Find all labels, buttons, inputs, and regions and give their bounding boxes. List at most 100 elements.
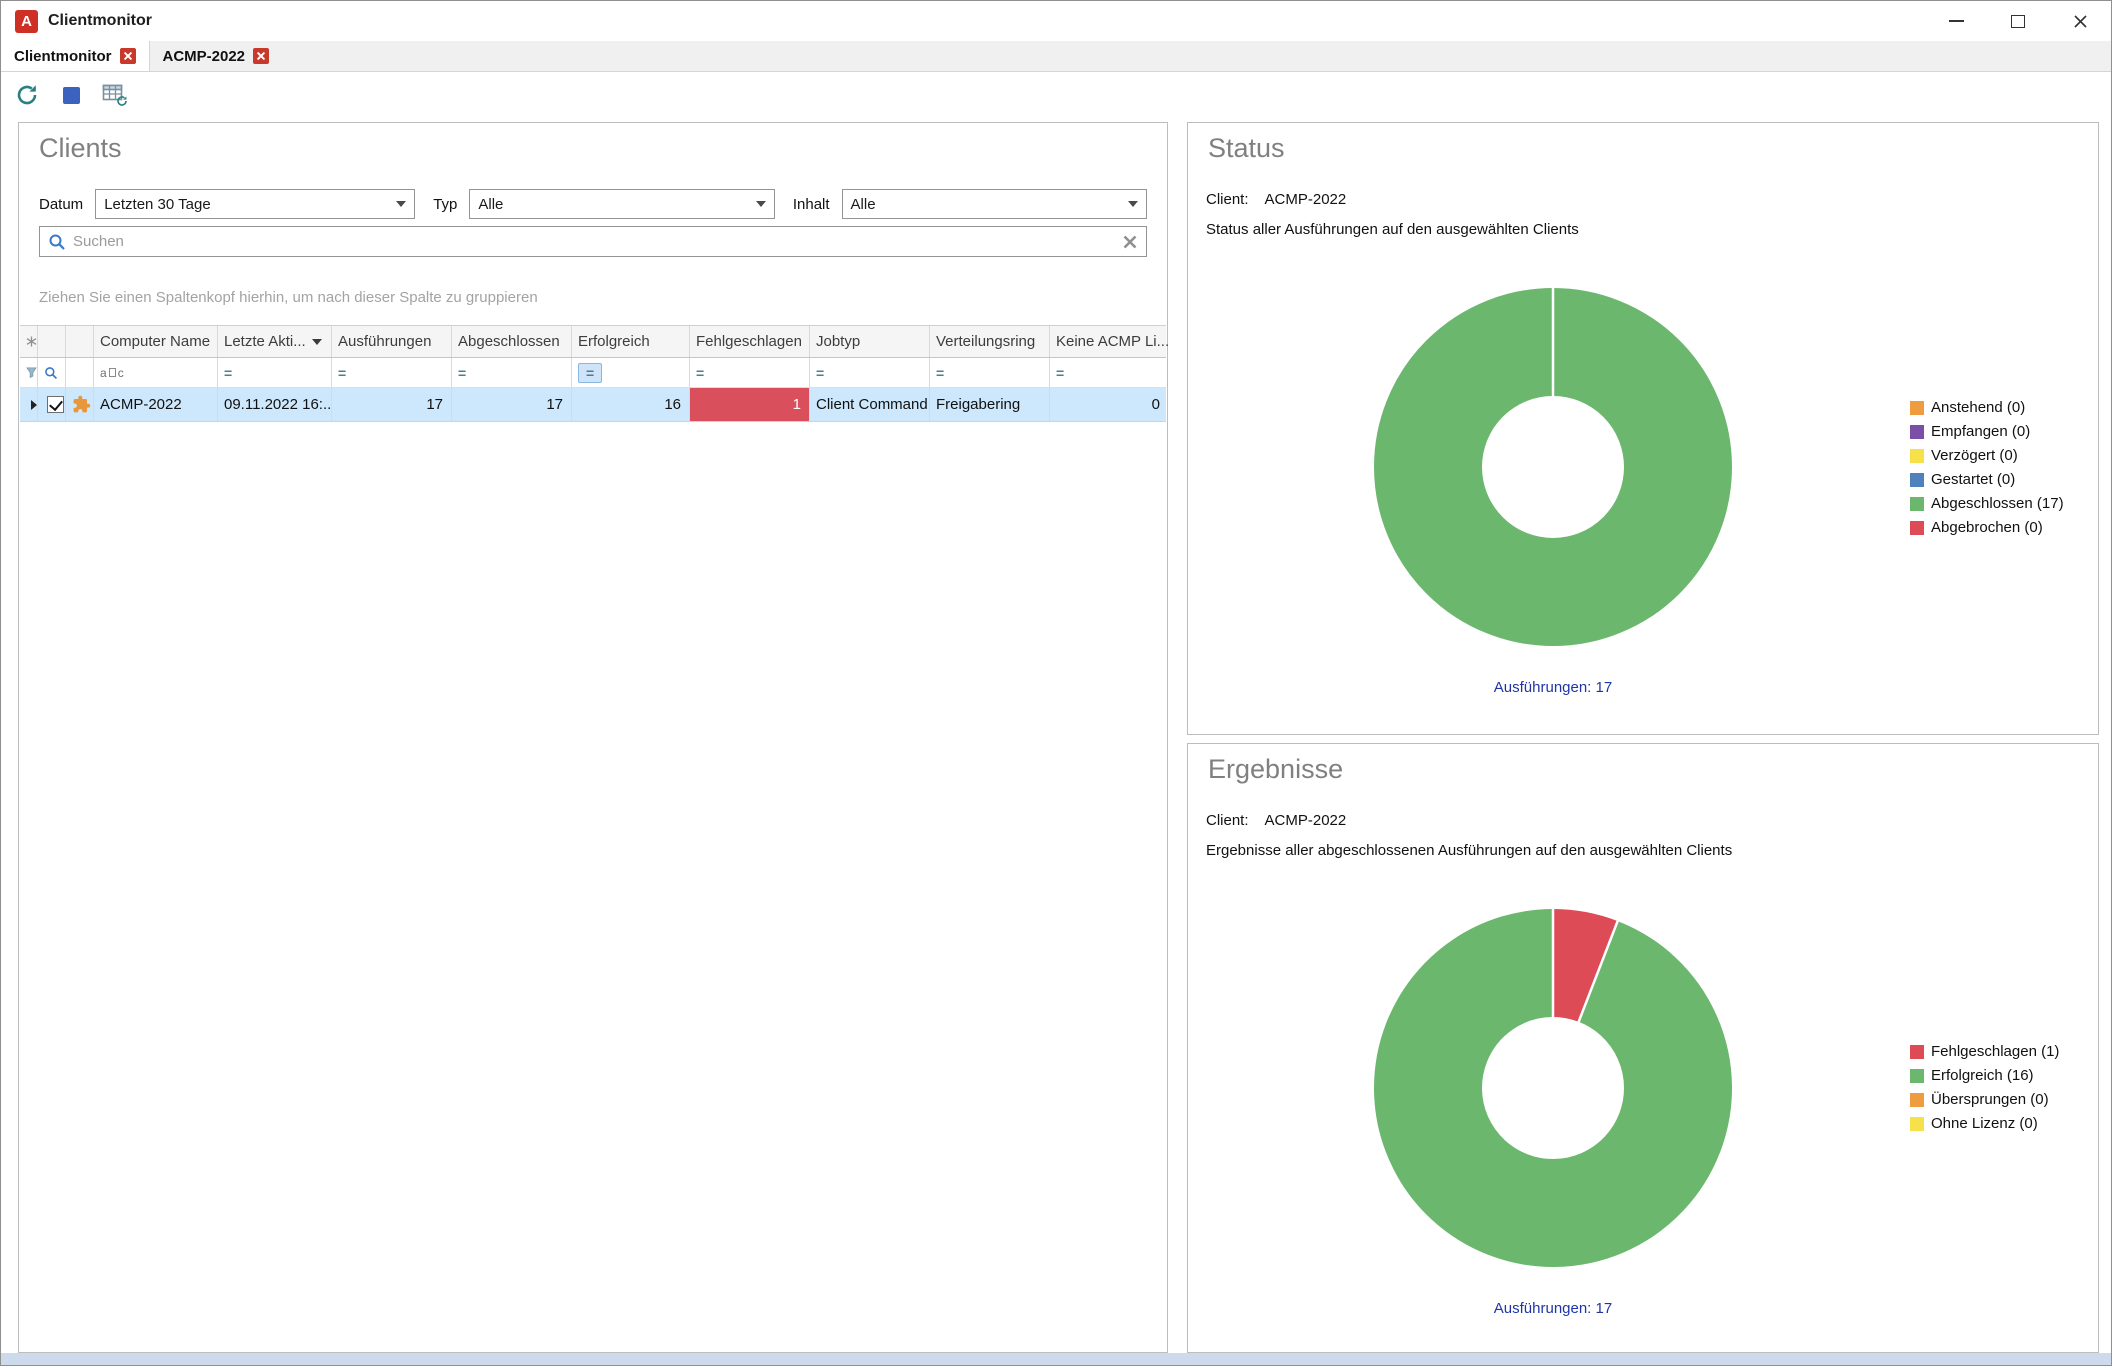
sort-desc-icon — [312, 339, 322, 345]
select-column-header[interactable] — [38, 326, 66, 357]
cell-ausfuehrungen: 17 — [332, 388, 452, 421]
tab-label: ACMP-2022 — [163, 48, 246, 65]
equals-filter-icon[interactable]: = — [338, 366, 346, 380]
column-header-computer-name[interactable]: Computer Name — [94, 326, 218, 357]
status-donut-chart — [1363, 277, 1743, 657]
column-header-verteilungsring[interactable]: Verteilungsring — [930, 326, 1050, 357]
typ-value: Alle — [478, 196, 503, 213]
equals-filter-icon[interactable]: = — [936, 366, 944, 380]
filter-search-cell[interactable] — [38, 358, 66, 387]
column-header-abgeschlossen[interactable]: Abgeschlossen — [452, 326, 572, 357]
legend-item: Übersprungen (0) — [1910, 1092, 2059, 1107]
status-panel-title: Status — [1208, 133, 1285, 164]
legend-swatch — [1910, 401, 1924, 415]
filter-fehlgeschlagen[interactable]: = — [690, 358, 810, 387]
legend-label: Abgebrochen (0) — [1931, 519, 2043, 536]
datum-dropdown[interactable]: Letzten 30 Tage — [95, 189, 415, 219]
ergebnisse-panel: Ergebnisse Client: ACMP-2022 Ergebnisse … — [1187, 743, 2099, 1353]
datum-label: Datum — [39, 196, 83, 213]
inhalt-label: Inhalt — [793, 196, 830, 213]
funnel-icon — [26, 367, 37, 378]
filter-icon-cell — [66, 358, 94, 387]
client-label: Client: — [1206, 812, 1249, 829]
maximize-button[interactable] — [1987, 1, 2049, 41]
legend-swatch — [1910, 473, 1924, 487]
window-title: Clientmonitor — [48, 12, 152, 30]
search-box — [39, 226, 1147, 257]
status-panel: Status Client: ACMP-2022 Status aller Au… — [1187, 122, 2099, 735]
legend-item: Empfangen (0) — [1910, 424, 2064, 439]
client-details-button[interactable] — [99, 79, 131, 111]
column-header-label: Fehlgeschlagen — [696, 333, 802, 350]
tab-clientmonitor[interactable]: Clientmonitor — [1, 41, 150, 71]
clients-table: Computer Name Letzte Akti... Ausführunge… — [20, 325, 1166, 1351]
legend-item: Ohne Lizenz (0) — [1910, 1116, 2059, 1131]
filter-erfolgreich[interactable]: = — [572, 358, 690, 387]
cell-fehlgeschlagen-alert: 1 — [690, 388, 810, 421]
tab-close-icon[interactable] — [253, 48, 269, 64]
group-by-area[interactable]: Ziehen Sie einen Spaltenkopf hierhin, um… — [39, 289, 538, 306]
filter-controls: Datum Letzten 30 Tage Typ Alle Inhalt Al… — [39, 189, 1147, 219]
inhalt-dropdown[interactable]: Alle — [842, 189, 1147, 219]
minimize-button[interactable] — [1925, 1, 1987, 41]
checkbox-checked-icon[interactable] — [47, 396, 64, 413]
chevron-down-icon[interactable] — [388, 190, 414, 218]
table-header-row: Computer Name Letzte Akti... Ausführunge… — [20, 326, 1166, 358]
column-header-letzte-aktivitaet[interactable]: Letzte Akti... — [218, 326, 332, 357]
filter-computer-name[interactable]: ac — [94, 358, 218, 387]
column-chooser-button[interactable] — [20, 326, 38, 357]
stop-button[interactable] — [55, 79, 87, 111]
client-label: Client: — [1206, 191, 1249, 208]
client-value: ACMP-2022 — [1265, 812, 1347, 829]
equals-filter-icon[interactable]: = — [696, 366, 704, 380]
cell-keine-acmp-lizenz: 0 — [1050, 388, 1168, 421]
toolbar — [1, 73, 2111, 117]
expand-arrow-icon — [31, 400, 37, 410]
filter-keine-acmp-lizenz[interactable]: = — [1050, 358, 1168, 387]
column-header-keine-acmp-lizenz[interactable]: Keine ACMP Li... — [1050, 326, 1168, 357]
minimize-icon — [1949, 20, 1964, 22]
app-logo-icon: A — [15, 10, 38, 33]
filter-row-indicator — [20, 358, 38, 387]
column-header-erfolgreich[interactable]: Erfolgreich — [572, 326, 690, 357]
column-header-fehlgeschlagen[interactable]: Fehlgeschlagen — [690, 326, 810, 357]
equals-filter-icon[interactable]: = — [1056, 366, 1064, 380]
row-expander[interactable] — [20, 388, 38, 421]
typ-dropdown[interactable]: Alle — [469, 189, 774, 219]
chevron-down-icon[interactable] — [1120, 190, 1146, 218]
refresh-button[interactable] — [11, 79, 43, 111]
status-legend: Anstehend (0)Empfangen (0)Verzögert (0)G… — [1910, 400, 2064, 535]
row-checkbox[interactable] — [38, 388, 66, 421]
table-row[interactable]: ACMP-2022 09.11.2022 16:... 17 17 16 1 C… — [20, 388, 1166, 422]
equals-filter-icon[interactable]: = — [458, 366, 466, 380]
equals-filter-icon[interactable]: = — [224, 366, 232, 380]
cell-abgeschlossen: 17 — [452, 388, 572, 421]
filter-abgeschlossen[interactable]: = — [452, 358, 572, 387]
filter-letzte-aktivitaet[interactable]: = — [218, 358, 332, 387]
column-header-jobtyp[interactable]: Jobtyp — [810, 326, 930, 357]
column-header-label: Verteilungsring — [936, 333, 1035, 350]
column-header-ausfuehrungen[interactable]: Ausführungen — [332, 326, 452, 357]
cell-computer-name: ACMP-2022 — [94, 388, 218, 421]
refresh-icon — [14, 82, 40, 108]
cell-jobtyp: Client Command — [810, 388, 930, 421]
legend-label: Abgeschlossen (17) — [1931, 495, 2064, 512]
search-input[interactable] — [73, 233, 1115, 250]
tab-bar: Clientmonitor ACMP-2022 — [1, 41, 2111, 72]
app-logo-letter: A — [21, 13, 32, 30]
filter-jobtyp[interactable]: = — [810, 358, 930, 387]
equals-filter-icon[interactable]: = — [816, 366, 824, 380]
equals-filter-icon-selected[interactable]: = — [578, 363, 602, 383]
tab-close-icon[interactable] — [120, 48, 136, 64]
column-header-label: Keine ACMP Li... — [1056, 333, 1168, 350]
filter-ausfuehrungen[interactable]: = — [332, 358, 452, 387]
cell-verteilungsring: Freigabering — [930, 388, 1050, 421]
legend-label: Anstehend (0) — [1931, 399, 2025, 416]
tab-acmp-2022[interactable]: ACMP-2022 — [150, 41, 283, 71]
legend-label: Ohne Lizenz (0) — [1931, 1115, 2038, 1132]
stop-icon — [63, 87, 80, 104]
chevron-down-icon[interactable] — [748, 190, 774, 218]
close-button[interactable] — [2049, 1, 2111, 41]
filter-verteilungsring[interactable]: = — [930, 358, 1050, 387]
clear-search-icon[interactable] — [1122, 234, 1138, 250]
